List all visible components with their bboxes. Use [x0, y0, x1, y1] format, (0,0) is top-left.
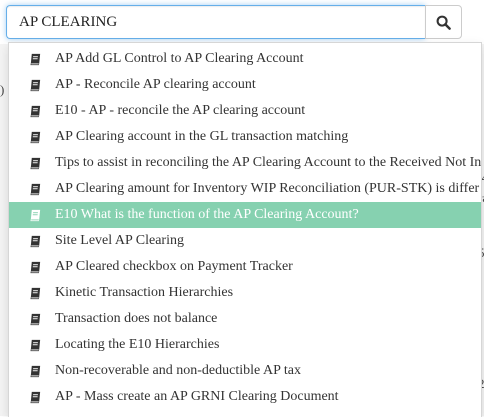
search-icon: [436, 15, 451, 30]
background-text-fragment: ): [0, 82, 5, 97]
search-bar: [6, 5, 462, 39]
suggestion-item[interactable]: AP Clearing amount for Inventory WIP Rec…: [9, 176, 481, 202]
suggestion-label: Locating the E10 Hierarchies: [55, 337, 220, 352]
suggestion-label: AP Clearing amount for Inventory WIP Rec…: [55, 181, 480, 196]
book-icon: [29, 104, 43, 118]
suggestion-item[interactable]: Non-recoverable and non-deductible AP ta…: [9, 358, 481, 384]
suggestion-item[interactable]: Site Level AP Clearing: [9, 228, 481, 254]
suggestion-item[interactable]: AP Clearing account in the GL transactio…: [9, 124, 481, 150]
book-icon: [29, 130, 43, 144]
suggestion-item[interactable]: AP Add GL Control to AP Clearing Account: [9, 46, 481, 72]
suggestion-item[interactable]: E10 What is the function of the AP Clear…: [9, 202, 481, 228]
search-input[interactable]: [6, 5, 426, 39]
suggestion-label: AP - Mass create an AP GRNI Clearing Doc…: [55, 389, 339, 404]
book-icon: [29, 286, 43, 300]
book-icon: [29, 234, 43, 248]
book-icon: [29, 260, 43, 274]
suggestion-label: Non-recoverable and non-deductible AP ta…: [55, 363, 301, 378]
suggestion-label: AP - Reconcile AP clearing account: [55, 77, 256, 92]
suggestion-item[interactable]: E10 - AP - reconcile the AP clearing acc…: [9, 98, 481, 124]
suggestion-item[interactable]: Transaction does not balance: [9, 306, 481, 332]
background-page-left: [0, 44, 8, 416]
suggestion-label: AP Clearing account in the GL transactio…: [55, 129, 349, 144]
search-button[interactable]: [425, 5, 462, 39]
suggestion-label: Tips to assist in reconciling the AP Cle…: [55, 155, 481, 170]
book-icon: [29, 78, 43, 92]
suggestion-item[interactable]: Tips to assist in reconciling the AP Cle…: [9, 150, 481, 176]
suggestion-label: E10 What is the function of the AP Clear…: [55, 207, 359, 222]
suggestion-label: Site Level AP Clearing: [55, 233, 184, 248]
suggestion-label: Transaction does not balance: [55, 311, 218, 326]
autocomplete-dropdown: AP Add GL Control to AP Clearing Account…: [8, 42, 482, 417]
book-icon: [29, 390, 43, 404]
book-icon: [29, 182, 43, 196]
book-icon: [29, 156, 43, 170]
suggestion-item[interactable]: Kinetic Transaction Hierarchies: [9, 280, 481, 306]
book-icon: [29, 312, 43, 326]
suggestion-label: AP Add GL Control to AP Clearing Account: [55, 51, 304, 66]
book-icon: [29, 338, 43, 352]
suggestion-item[interactable]: AP - Reconcile AP clearing account: [9, 72, 481, 98]
suggestion-label: AP Cleared checkbox on Payment Tracker: [55, 259, 293, 274]
suggestion-item[interactable]: Locating the E10 Hierarchies: [9, 332, 481, 358]
suggestion-label: Kinetic Transaction Hierarchies: [55, 285, 234, 300]
book-icon: [29, 208, 43, 222]
suggestion-label: E10 - AP - reconcile the AP clearing acc…: [55, 103, 306, 118]
book-icon: [29, 52, 43, 66]
book-icon: [29, 364, 43, 378]
suggestion-item[interactable]: AP Cleared checkbox on Payment Tracker: [9, 254, 481, 280]
suggestion-item[interactable]: AP - Mass create an AP GRNI Clearing Doc…: [9, 384, 481, 410]
